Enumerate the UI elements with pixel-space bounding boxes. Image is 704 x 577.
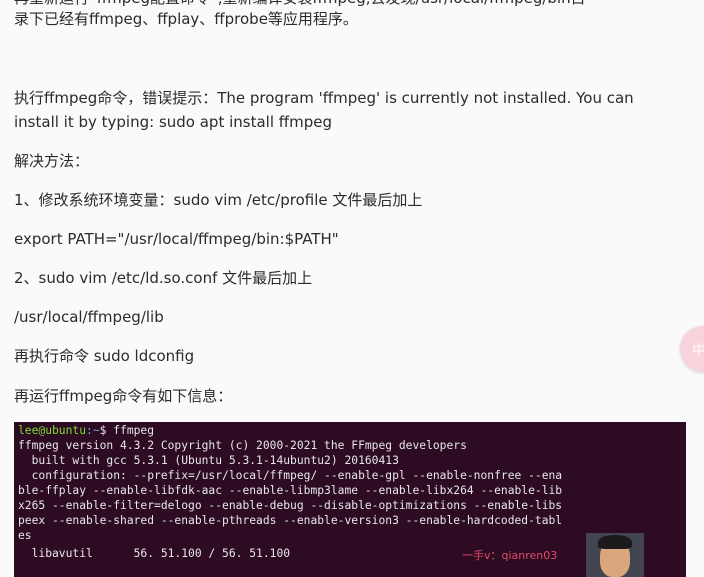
terminal-prompt-path: :~: [86, 424, 100, 437]
webcam-hair: [598, 535, 632, 549]
side-button-label: 中: [692, 343, 704, 359]
text-lib-path: /usr/local/ffmpeg/lib: [14, 308, 164, 326]
terminal-prompt-user: lee@ubuntu: [18, 424, 87, 437]
terminal-output-line: es: [18, 529, 32, 542]
terminal-output-line: configuration: --prefix=/usr/local/ffmpe…: [18, 469, 563, 482]
terminal-output-line: x265 --enable-filter=delogo --enable-deb…: [18, 499, 563, 512]
text-step-1: 1、修改系统环境变量：sudo vim /etc/profile 文件最后加上: [14, 191, 423, 209]
text-top-cut: 再重新运行“ffmpeg配置命令”,重新编译安装ffmpeg,去发现/usr/l…: [14, 0, 586, 9]
webcam-overlay: [586, 533, 644, 577]
text-ldconfig: 再执行命令 sudo ldconfig: [14, 347, 195, 365]
text-step-2: 2、sudo vim /etc/ld.so.conf 文件最后加上: [14, 269, 313, 287]
text-apps-present: 录下已经有ffmpeg、ffplay、ffprobe等应用程序。: [14, 10, 358, 28]
terminal-output-line: libavutil 56. 51.100 / 56. 51.100: [18, 547, 291, 560]
terminal-prompt-line: lee@ubuntu:~$ ffmpeg: [18, 424, 154, 437]
text-error-line-1: 执行ffmpeg命令，错误提示：The program 'ffmpeg' is …: [14, 89, 634, 107]
terminal-output-line: built with gcc 5.3.1 (Ubuntu 5.3.1-14ubu…: [18, 454, 399, 467]
text-run-again: 再运行ffmpeg命令有如下信息：: [14, 387, 233, 405]
terminal-output-line: ble-ffplay --enable-libfdk-aac --enable-…: [18, 484, 563, 497]
terminal-output-line: peex --enable-shared --enable-pthreads -…: [18, 514, 563, 527]
text-error-line-2: install it by typing: sudo apt install f…: [14, 113, 332, 131]
text-solution-heading: 解决方法：: [14, 152, 90, 170]
terminal-prompt-command: $ ffmpeg: [99, 424, 155, 437]
text-export-path: export PATH="/usr/local/ffmpeg/bin:$PATH…: [14, 230, 339, 248]
terminal-output-line: ffmpeg version 4.3.2 Copyright (c) 2000-…: [18, 439, 467, 452]
watermark-text: 一手v：qianren03: [462, 549, 558, 562]
